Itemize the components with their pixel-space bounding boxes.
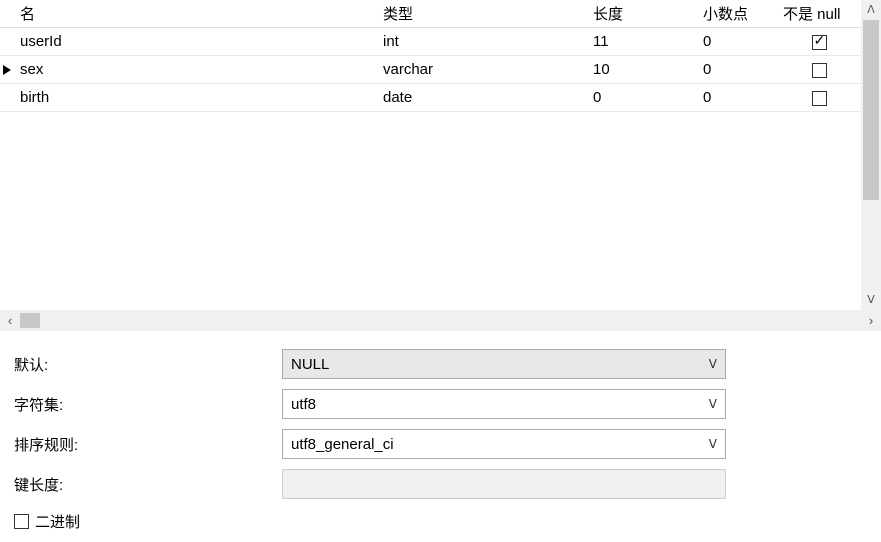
vertical-scrollbar[interactable]: ᐱ ᐯ [861,0,881,310]
scroll-right-icon[interactable]: › [861,310,881,331]
table-header-row: 名 类型 长度 小数点 不是 null [0,0,861,28]
row-marker [0,84,14,112]
field-notnull-cell[interactable] [777,56,861,84]
binary-label: 二进制 [35,511,80,532]
charset-value-text: utf8 [291,396,703,413]
row-marker [0,28,14,56]
field-notnull-cell[interactable] [777,84,861,112]
field-name-cell[interactable]: userId [14,28,377,56]
column-header-decimal[interactable]: 小数点 [697,0,777,28]
collation-label: 排序规则: [12,434,282,455]
row-marker-header [0,0,14,28]
field-length-cell[interactable]: 0 [587,84,697,112]
collation-value-text: utf8_general_ci [291,436,703,453]
vertical-scroll-thumb[interactable] [863,20,879,200]
scroll-up-icon[interactable]: ᐱ [861,0,881,20]
vertical-scroll-track[interactable] [861,20,881,290]
field-grid-area: 名 类型 长度 小数点 不是 null userIdint110sexvarch… [0,0,881,310]
column-header-notnull[interactable]: 不是 null [777,0,861,28]
field-grid-container: 名 类型 长度 小数点 不是 null userIdint110sexvarch… [0,0,861,310]
field-name-cell[interactable]: birth [14,84,377,112]
row-marker [0,56,14,84]
field-notnull-cell[interactable] [777,28,861,56]
chevron-down-icon: ᐯ [703,397,717,411]
table-row[interactable]: userIdint110 [0,28,861,56]
horizontal-scrollbar[interactable]: ‹ › [0,310,881,331]
field-length-cell[interactable]: 11 [587,28,697,56]
horizontal-scroll-track[interactable] [20,310,861,331]
table-row[interactable]: sexvarchar100 [0,56,861,84]
column-header-name[interactable]: 名 [14,0,377,28]
field-decimal-cell[interactable]: 0 [697,84,777,112]
default-value-select[interactable]: NULL ᐯ [282,349,726,379]
field-type-cell[interactable]: varchar [377,56,587,84]
field-properties-panel: 默认: NULL ᐯ 字符集: utf8 ᐯ 排序规则: utf8_genera… [0,331,881,542]
collation-select[interactable]: utf8_general_ci ᐯ [282,429,726,459]
charset-select[interactable]: utf8 ᐯ [282,389,726,419]
table-row[interactable]: birthdate00 [0,84,861,112]
default-value-text: NULL [291,356,703,373]
prop-row-binary: 二进制 [12,509,869,532]
chevron-down-icon: ᐯ [703,357,717,371]
field-decimal-cell[interactable]: 0 [697,28,777,56]
scroll-down-icon[interactable]: ᐯ [861,290,881,310]
charset-label: 字符集: [12,394,282,415]
field-name-cell[interactable]: sex [14,56,377,84]
prop-row-default: 默认: NULL ᐯ [12,349,869,379]
field-table: 名 类型 长度 小数点 不是 null userIdint110sexvarch… [0,0,861,112]
keylen-label: 键长度: [12,474,282,495]
field-length-cell[interactable]: 10 [587,56,697,84]
field-type-cell[interactable]: int [377,28,587,56]
prop-row-keylen: 键长度: [12,469,869,499]
notnull-checkbox[interactable] [812,63,827,78]
current-row-icon [3,65,11,75]
keylen-input[interactable] [282,469,726,499]
field-decimal-cell[interactable]: 0 [697,56,777,84]
notnull-checkbox[interactable] [812,91,827,106]
prop-row-charset: 字符集: utf8 ᐯ [12,389,869,419]
column-header-length[interactable]: 长度 [587,0,697,28]
binary-checkbox[interactable] [14,514,29,529]
scroll-left-icon[interactable]: ‹ [0,310,20,331]
field-type-cell[interactable]: date [377,84,587,112]
default-label: 默认: [12,354,282,375]
prop-row-collation: 排序规则: utf8_general_ci ᐯ [12,429,869,459]
horizontal-scroll-thumb[interactable] [20,313,40,328]
column-header-type[interactable]: 类型 [377,0,587,28]
chevron-down-icon: ᐯ [703,437,717,451]
notnull-checkbox[interactable] [812,35,827,50]
